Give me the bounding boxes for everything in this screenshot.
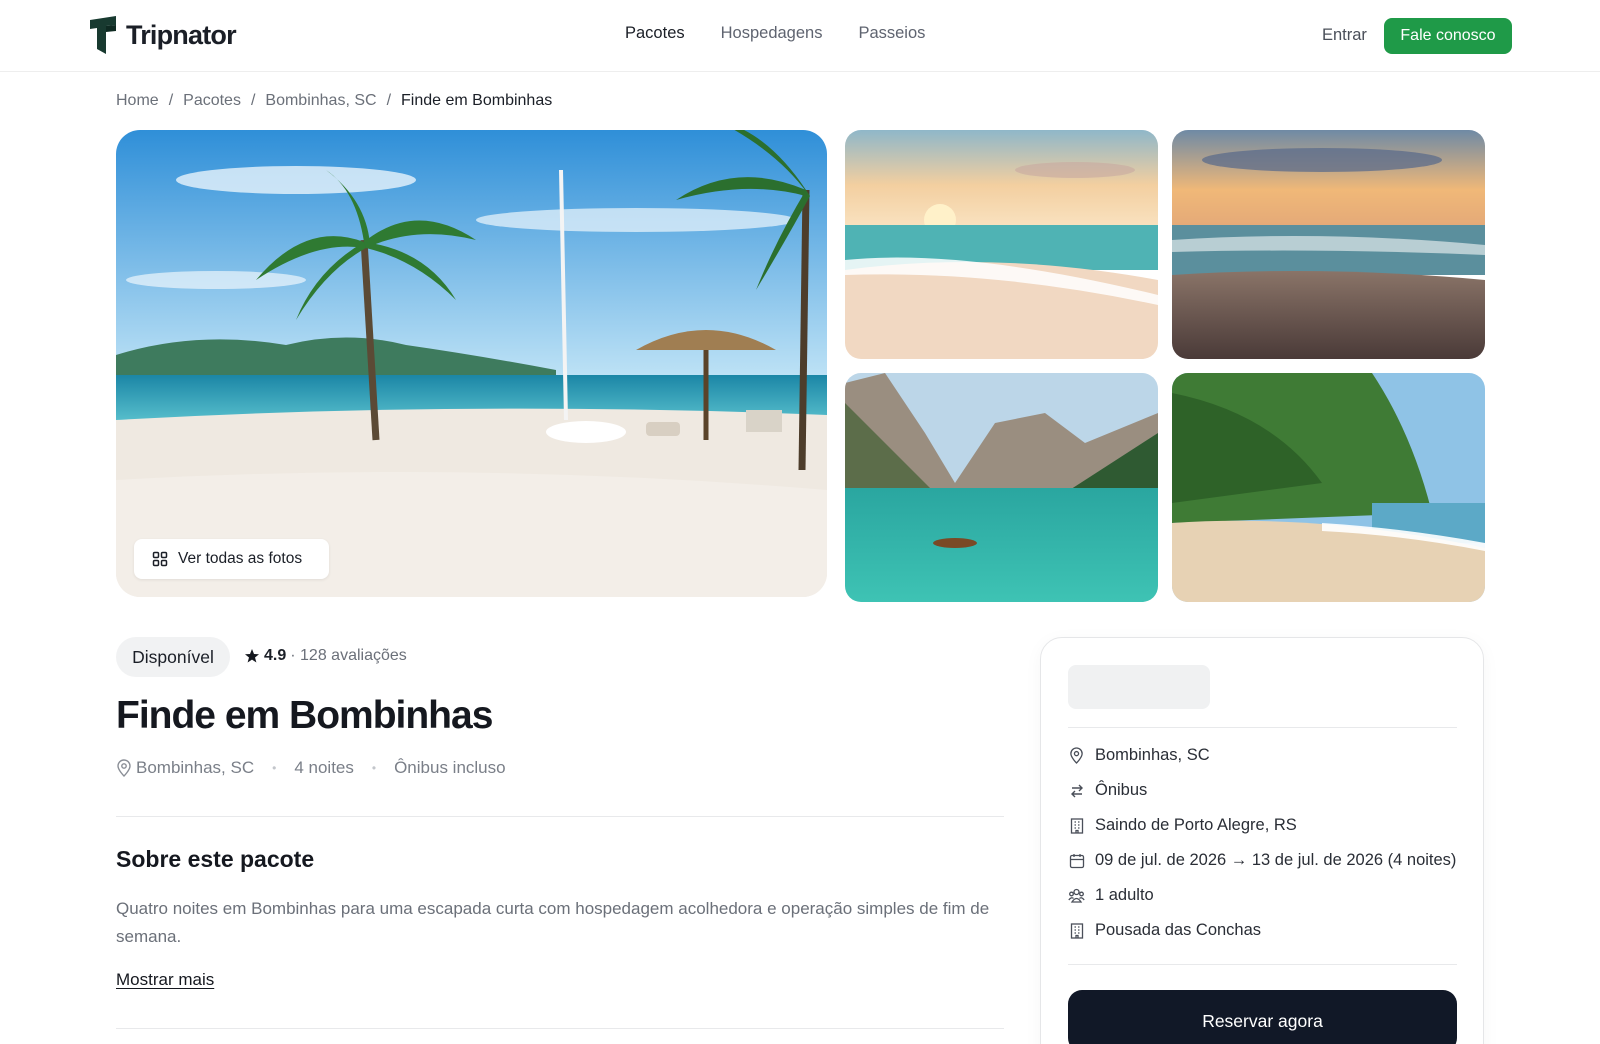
booking-dates: 09 de jul. de 2026 → 13 de jul. de 2026 … [1095,851,1457,869]
main-nav: Pacotes Hospedagens Passeios [625,24,925,43]
calendar-icon [1069,853,1084,868]
map-pin-icon [117,759,131,777]
gallery-photo-sunset-beach[interactable] [845,130,1158,359]
breadcrumb-current: Finde em Bombinhas [401,92,553,109]
users-icon [1068,888,1085,903]
review-count[interactable]: · 128 avaliações [290,647,407,665]
login-link[interactable]: Entrar [1322,26,1367,45]
card-divider [1068,964,1457,965]
booking-row-transport: Ônibus [1068,781,1147,800]
booking-hotel: Pousada das Conchas [1095,921,1262,939]
site-header: Tripnator Pacotes Hospedagens Passeios E… [0,0,1600,72]
breadcrumb-pacotes[interactable]: Pacotes [183,92,241,110]
booking-row-location: Bombinhas, SC [1068,746,1210,765]
breadcrumb-destination[interactable]: Bombinhas, SC [265,92,376,110]
breadcrumb-separator: / [386,92,392,109]
package-transport: Ônibus incluso [394,758,506,777]
hotel-icon [1070,922,1083,939]
booking-card: Bombinhas, SC Ônibus Saindo de Porto Ale… [1040,637,1484,1044]
transfer-icon [1070,784,1083,797]
view-all-photos-button[interactable]: Ver todas as fotos [134,539,329,579]
logo-icon [90,16,116,54]
package-nights: 4 noites [294,758,354,777]
gallery-main-photo[interactable] [116,130,827,597]
about-title: Sobre este pacote [116,846,315,872]
view-all-photos-label: Ver todas as fotos [178,550,303,567]
grid-icon [152,551,168,567]
section-divider [116,1028,1004,1029]
booking-row-departure: Saindo de Porto Alegre, RS [1068,816,1297,835]
package-location: Bombinhas, SC [136,758,255,777]
booking-row-hotel: Pousada das Conchas [1068,921,1261,940]
gallery-photo-mountain-lake[interactable] [845,373,1158,602]
booking-row-dates: 09 de jul. de 2026 → 13 de jul. de 2026 … [1068,851,1456,870]
brand-name: Tripnator [126,19,237,50]
map-pin-icon [1070,747,1083,764]
meta-separator: • [272,761,277,775]
nav-item-pacotes[interactable]: Pacotes [625,24,685,43]
status-badge: Disponível [116,637,230,677]
nav-item-hospedagens[interactable]: Hospedagens [721,24,823,43]
reserve-button[interactable]: Reservar agora [1068,990,1457,1044]
breadcrumb: Home / Pacotes / Bombinhas, SC / Finde e… [116,92,552,110]
star-icon [245,649,259,663]
building-icon [1070,817,1083,834]
show-more-link[interactable]: Mostrar mais [116,970,214,990]
breadcrumb-separator: / [250,92,256,109]
gallery-photo-tropical-beach[interactable] [1172,373,1485,602]
card-divider [1068,727,1457,728]
booking-departure: Saindo de Porto Alegre, RS [1095,816,1297,834]
breadcrumb-home[interactable]: Home [116,92,159,110]
contact-button[interactable]: Fale conosco [1384,18,1512,54]
rating-score: 4.9 [264,647,287,664]
meta-separator: • [371,761,377,775]
section-divider [116,816,1004,817]
booking-location: Bombinhas, SC [1095,746,1210,764]
booking-guests: 1 adulto [1095,886,1154,904]
breadcrumb-separator: / [168,92,174,109]
package-meta: Bombinhas, SC • 4 noites • Ônibus inclus… [116,758,506,778]
booking-row-guests: 1 adulto [1068,886,1154,905]
rating: 4.9 · 128 avaliações [244,647,407,665]
nav-item-passeios[interactable]: Passeios [858,24,925,43]
package-description: Quatro noites em Bombinhas para uma esca… [116,899,990,946]
price-placeholder [1068,665,1210,709]
brand-logo[interactable]: Tripnator [88,16,237,54]
booking-transport: Ônibus [1095,781,1148,799]
page-title: Finde em Bombinhas [116,694,493,737]
gallery-photo-dark-sunset[interactable] [1172,130,1485,359]
